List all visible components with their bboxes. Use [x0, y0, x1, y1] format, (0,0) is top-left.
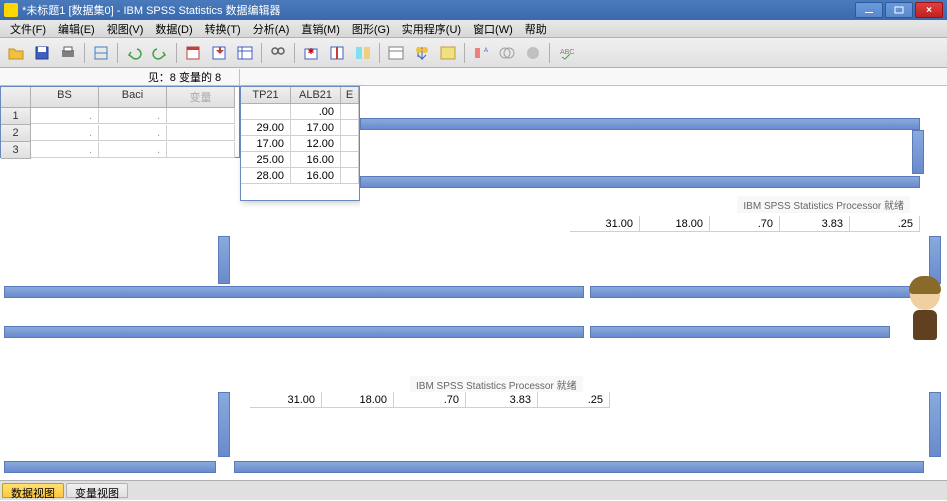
insert-var-icon[interactable] [325, 41, 349, 65]
select-icon[interactable] [410, 41, 434, 65]
find-icon[interactable] [266, 41, 290, 65]
grid-area: BS Baci 变量 1.. 2.. 3.. TP21 ALB21 E .00 … [0, 86, 947, 480]
close-button[interactable]: × [915, 2, 943, 18]
scrollbar-h[interactable] [590, 286, 930, 298]
footer-tabs: 数据视图 变量视图 [0, 480, 947, 500]
col-bs[interactable]: BS [31, 87, 99, 108]
spell-icon[interactable]: ABC [554, 41, 578, 65]
menu-view[interactable]: 视图(V) [101, 21, 150, 37]
status-text-2: IBM SPSS Statistics Processor 就绪 [410, 376, 583, 393]
open-icon[interactable] [4, 41, 28, 65]
split-icon[interactable] [351, 41, 375, 65]
left-grid[interactable]: BS Baci 变量 1.. 2.. 3.. [0, 86, 240, 158]
row-1[interactable]: 1 [1, 108, 31, 125]
circle1-icon[interactable] [495, 41, 519, 65]
mid-data-row: 31.00 18.00 .70 3.83 .25 [570, 216, 930, 236]
scrollbar-v[interactable] [912, 130, 924, 174]
svg-text:A: A [484, 48, 488, 54]
status-text: IBM SPSS Statistics Processor 就绪 [737, 196, 910, 213]
scrollbar-h[interactable] [360, 118, 920, 130]
col-e[interactable]: E [341, 87, 359, 104]
goto-case-icon[interactable] [181, 41, 205, 65]
toolbar: ✱ A ABC [0, 38, 947, 68]
menu-transform[interactable]: 转换(T) [199, 21, 247, 37]
info-row: 见：8 变量的 8 [0, 68, 947, 86]
row-2[interactable]: 2 [1, 125, 31, 142]
circle2-icon[interactable] [521, 41, 545, 65]
tab-data-view[interactable]: 数据视图 [2, 483, 64, 498]
col-tp21[interactable]: TP21 [241, 87, 291, 104]
minimize-button[interactable] [855, 2, 883, 18]
scrollbar-h[interactable] [234, 461, 924, 473]
window-title: *未标题1 [数据集0] - IBM SPSS Statistics 数据编辑器 [22, 2, 855, 18]
menu-analyze[interactable]: 分析(A) [247, 21, 296, 37]
col-var[interactable]: 变量 [167, 87, 235, 108]
scrollbar-h[interactable] [4, 326, 584, 338]
row-3[interactable]: 3 [1, 142, 31, 159]
menu-utilities[interactable]: 实用程序(U) [396, 21, 467, 37]
visible-vars-label: 见：8 变量的 8 [130, 69, 240, 85]
app-icon [4, 3, 18, 17]
value-labels-icon[interactable] [436, 41, 460, 65]
maximize-button[interactable] [885, 2, 913, 18]
lower-data-row: 31.00 18.00 .70 3.83 .25 [250, 392, 630, 412]
menubar: 文件(F) 编辑(E) 视图(V) 数据(D) 转换(T) 分析(A) 直销(M… [0, 20, 947, 38]
recall-icon[interactable] [89, 41, 113, 65]
insert-case-icon[interactable]: ✱ [299, 41, 323, 65]
scrollbar-h[interactable] [360, 176, 920, 188]
menu-edit[interactable]: 编辑(E) [52, 21, 101, 37]
scrollbar-h[interactable] [4, 286, 584, 298]
bg-grid-1[interactable]: IBM SPSS Statistics Processor 就绪 [360, 86, 930, 216]
col-baci[interactable]: Baci [99, 87, 167, 108]
menu-graphs[interactable]: 图形(G) [346, 21, 396, 37]
save-icon[interactable] [30, 41, 54, 65]
sets-icon[interactable]: A [469, 41, 493, 65]
redo-icon[interactable] [148, 41, 172, 65]
popup-grid[interactable]: TP21 ALB21 E .00 29.0017.00 17.0012.00 2… [240, 86, 360, 201]
assistant-avatar[interactable] [905, 280, 945, 370]
scrollbar-v[interactable] [218, 236, 230, 284]
menu-help[interactable]: 帮助 [519, 21, 553, 37]
tab-variable-view[interactable]: 变量视图 [66, 483, 128, 498]
titlebar: *未标题1 [数据集0] - IBM SPSS Statistics 数据编辑器… [0, 0, 947, 20]
menu-marketing[interactable]: 直销(M) [295, 21, 346, 37]
undo-icon[interactable] [122, 41, 146, 65]
goto-var-icon[interactable] [207, 41, 231, 65]
menu-data[interactable]: 数据(D) [149, 21, 198, 37]
col-alb21[interactable]: ALB21 [291, 87, 341, 104]
menu-file[interactable]: 文件(F) [4, 21, 52, 37]
weight-icon[interactable] [384, 41, 408, 65]
scrollbar-v[interactable] [218, 392, 230, 457]
scrollbar-h[interactable] [590, 326, 890, 338]
print-icon[interactable] [56, 41, 80, 65]
scrollbar-v[interactable] [929, 392, 941, 457]
scrollbar-h[interactable] [4, 461, 216, 473]
menu-window[interactable]: 窗口(W) [467, 21, 519, 37]
svg-text:✱: ✱ [308, 47, 315, 56]
svg-text:ABC: ABC [560, 49, 574, 56]
variables-icon[interactable] [233, 41, 257, 65]
